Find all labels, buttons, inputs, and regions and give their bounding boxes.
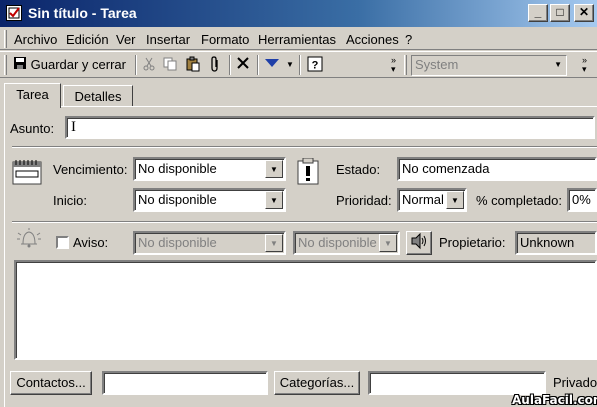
speaker-icon	[409, 232, 429, 253]
tab-detalles[interactable]: Detalles	[63, 85, 133, 106]
move-dropdown-icon[interactable]: ▼	[286, 56, 296, 76]
owner-label: Propietario:	[439, 235, 506, 250]
text-cursor-icon: I	[71, 119, 76, 135]
reminder-sound-button[interactable]	[406, 231, 432, 255]
save-and-close-button[interactable]: Guardar y cerrar	[13, 56, 131, 76]
reminder-time-select[interactable]: No disponible ▼	[293, 231, 400, 255]
chevron-down-icon[interactable]: ▼	[265, 191, 283, 209]
menu-formato[interactable]: Formato	[201, 32, 249, 47]
owner-field: Unknown	[515, 231, 597, 255]
categories-input[interactable]	[368, 371, 546, 395]
menubar-grip[interactable]	[4, 30, 7, 48]
chevron-down-icon[interactable]: ▼	[265, 234, 283, 252]
font-combo[interactable]: System ▼	[411, 55, 567, 76]
menu-herramientas[interactable]: Herramientas	[258, 32, 336, 47]
toolbar-separator	[299, 55, 301, 75]
menu-acciones[interactable]: Acciones	[346, 32, 399, 47]
exclamation-icon[interactable]	[296, 157, 320, 186]
svg-text:?: ?	[312, 60, 319, 72]
window-title: Sin título - Tarea	[28, 5, 137, 21]
separator	[12, 146, 597, 148]
title-bar: Sin título - Tarea _ □ ✕	[0, 0, 597, 27]
percent-complete-label: % completado:	[476, 193, 562, 208]
bell-icon	[16, 227, 42, 251]
categories-button[interactable]: Categorías...	[274, 371, 360, 395]
toolbar-overflow-icon[interactable]: » ▾	[391, 56, 401, 76]
x-delete-icon[interactable]	[236, 56, 252, 76]
categories-button-label: Categorías...	[279, 375, 355, 390]
percent-complete-value: 0%	[572, 192, 591, 207]
toolbar-separator	[257, 55, 259, 75]
priority-label: Prioridad:	[336, 193, 392, 208]
copy-icon[interactable]	[162, 56, 180, 76]
contacts-input[interactable]	[102, 371, 268, 395]
menu-help[interactable]: ?	[405, 32, 412, 47]
menu-edicion[interactable]: Edición	[66, 32, 109, 47]
minimize-button[interactable]: _	[528, 4, 548, 22]
calendar-icon	[12, 158, 42, 186]
chevron-down-icon[interactable]: ▼	[446, 191, 464, 209]
contacts-button[interactable]: Contactos...	[10, 371, 92, 395]
priority-select[interactable]: Normal ▼	[397, 188, 467, 212]
chevron-down-icon[interactable]: ▼	[379, 234, 397, 252]
due-date-value: No disponible	[138, 161, 217, 176]
maximize-button[interactable]: □	[550, 4, 570, 22]
chevron-down-icon[interactable]: ▼	[265, 160, 283, 178]
formatting-overflow-icon[interactable]: » ▾	[582, 56, 592, 76]
contacts-button-label: Contactos...	[16, 375, 86, 390]
close-button[interactable]: ✕	[574, 4, 594, 22]
toolbar-grip[interactable]	[404, 55, 407, 75]
watermark: AulaFacil.com	[512, 393, 597, 407]
status-label: Estado:	[336, 162, 381, 177]
menu-bar: Archivo Edición Ver Insertar Formato Her…	[0, 28, 597, 50]
toolbar-separator	[229, 55, 231, 75]
toolbar-grip[interactable]	[4, 55, 7, 75]
status-select[interactable]: No comenzada	[397, 157, 597, 181]
private-checkbox-label[interactable]: Privado	[553, 375, 597, 390]
chevron-down-icon: ▼	[554, 60, 562, 69]
font-combo-value: System	[415, 57, 459, 72]
priority-value: Normal	[402, 192, 444, 207]
paste-icon[interactable]	[185, 56, 203, 76]
start-date-select[interactable]: No disponible ▼	[133, 188, 286, 212]
start-label: Inicio:	[53, 193, 87, 208]
owner-value: Unknown	[520, 235, 575, 250]
tab-panel	[4, 106, 597, 407]
start-date-value: No disponible	[138, 192, 217, 207]
menu-insertar[interactable]: Insertar	[146, 32, 190, 47]
standard-toolbar: Guardar y cerrar ▼ ? » ▾ System ▼ » ▾	[0, 51, 597, 78]
due-date-select[interactable]: No disponible ▼	[133, 157, 286, 181]
scissors-icon[interactable]	[141, 56, 159, 76]
subject-input[interactable]: I	[65, 116, 595, 139]
reminder-date-value: No disponible	[138, 235, 217, 250]
task-checkmark-icon	[6, 5, 22, 21]
floppy-disk-icon	[13, 56, 27, 75]
due-label: Vencimiento:	[53, 162, 128, 177]
reminder-date-select[interactable]: No disponible ▼	[133, 231, 286, 255]
separator	[12, 221, 597, 223]
reminder-label: Aviso:	[73, 235, 109, 250]
subject-label: Asunto:	[10, 121, 55, 136]
reminder-time-value: No disponible	[298, 235, 377, 250]
status-value: No comenzada	[402, 161, 490, 176]
arrow-down-icon[interactable]	[264, 56, 280, 76]
menu-ver[interactable]: Ver	[116, 32, 136, 47]
notes-textarea[interactable]	[14, 260, 597, 360]
save-and-close-label: Guardar y cerrar	[30, 57, 126, 72]
reminder-checkbox[interactable]	[56, 236, 69, 249]
tab-tarea[interactable]: Tarea	[4, 83, 61, 108]
help-icon[interactable]: ?	[307, 56, 325, 76]
menu-archivo[interactable]: Archivo	[14, 32, 57, 47]
paperclip-icon[interactable]	[208, 56, 224, 76]
toolbar-separator	[135, 55, 137, 75]
percent-complete-input[interactable]: 0%	[567, 188, 597, 212]
